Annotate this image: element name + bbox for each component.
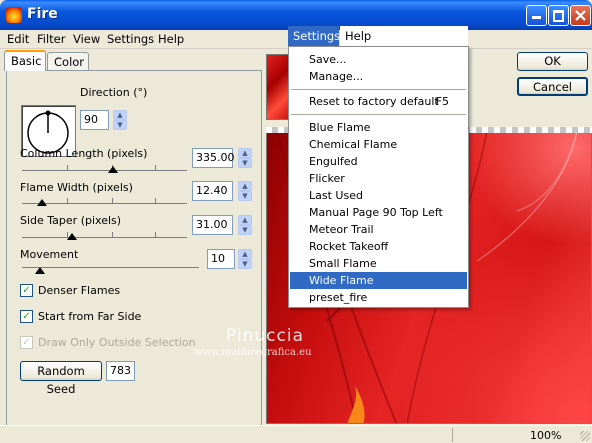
menu-settings-open[interactable]: Settings bbox=[288, 26, 340, 47]
preset-blue-flame[interactable]: Blue Flame bbox=[290, 119, 467, 136]
reset-label: Reset to factory default bbox=[309, 95, 439, 108]
movement-label: Movement bbox=[20, 248, 79, 261]
menu-separator bbox=[291, 89, 466, 90]
basic-tab-page: Direction (°) 90 ▲ ▼ Column Length (pixe… bbox=[6, 70, 262, 438]
direction-input[interactable]: 90 bbox=[80, 110, 109, 130]
status-bar: 100% bbox=[0, 425, 592, 443]
column-length-slider[interactable] bbox=[107, 166, 118, 173]
movement-input[interactable]: 10 bbox=[207, 249, 235, 269]
slider-tick bbox=[155, 198, 156, 203]
preset-meteor-trail[interactable]: Meteor Trail bbox=[290, 221, 467, 238]
reset-shortcut: F5 bbox=[435, 95, 449, 108]
menu-filter[interactable]: Filter bbox=[37, 32, 65, 46]
direction-label: Direction (°) bbox=[80, 86, 148, 99]
menu-item-manage[interactable]: Manage... bbox=[290, 68, 467, 85]
tab-basic[interactable]: Basic bbox=[4, 50, 46, 71]
menu-item-reset[interactable]: Reset to factory default F5 bbox=[290, 93, 467, 110]
spin-down-icon[interactable]: ▼ bbox=[113, 120, 127, 130]
menu-settings[interactable]: Settings bbox=[107, 32, 154, 46]
spin-up-icon[interactable]: ▲ bbox=[238, 215, 252, 225]
denser-flames-label: Denser Flames bbox=[38, 284, 121, 297]
preset-flicker[interactable]: Flicker bbox=[290, 170, 467, 187]
spin-down-icon[interactable]: ▼ bbox=[238, 225, 252, 235]
slider-tick bbox=[67, 198, 68, 203]
side-taper-track bbox=[22, 237, 187, 238]
settings-panel: Basic Color Direction (°) 90 ▲ ▼ Column … bbox=[3, 50, 262, 438]
menu-view[interactable]: View bbox=[73, 32, 100, 46]
slider-tick bbox=[67, 165, 68, 170]
spin-down-icon[interactable]: ▼ bbox=[238, 259, 252, 269]
column-length-input[interactable]: 335.00 bbox=[192, 148, 235, 168]
spin-up-icon[interactable]: ▲ bbox=[238, 249, 252, 259]
spin-up-icon[interactable]: ▲ bbox=[113, 110, 127, 120]
ok-button[interactable]: OK bbox=[517, 52, 588, 71]
denser-flames-checkbox[interactable]: ✓ bbox=[20, 284, 33, 297]
window-title: Fire bbox=[27, 6, 58, 22]
side-taper-slider[interactable] bbox=[66, 233, 77, 240]
column-length-track bbox=[22, 170, 187, 171]
tab-color[interactable]: Color bbox=[47, 52, 89, 71]
menu-help-open[interactable]: Help bbox=[340, 26, 468, 47]
side-taper-spinner[interactable]: ▲ ▼ bbox=[238, 215, 252, 235]
maximize-button[interactable] bbox=[548, 5, 569, 26]
preset-small-flame[interactable]: Small Flame bbox=[290, 255, 467, 272]
far-side-label: Start from Far Side bbox=[38, 310, 142, 323]
outside-selection-checkbox: ✓ bbox=[20, 336, 33, 349]
watermark-url: www.maidiregrafica.eu bbox=[194, 347, 312, 358]
close-button[interactable] bbox=[570, 5, 591, 26]
random-seed-button[interactable]: Random Seed bbox=[20, 361, 102, 396]
menu-separator bbox=[291, 114, 466, 115]
preset-manual-page[interactable]: Manual Page 90 Top Left bbox=[290, 204, 467, 221]
settings-dropdown: Save... Manage... Reset to factory defau… bbox=[288, 46, 469, 308]
random-seed-input[interactable]: 783 bbox=[106, 361, 135, 381]
minimize-button[interactable] bbox=[526, 5, 547, 26]
spin-down-icon[interactable]: ▼ bbox=[238, 191, 252, 201]
fire-app-icon bbox=[6, 7, 22, 23]
movement-track bbox=[22, 267, 199, 268]
slider-tick bbox=[112, 232, 113, 237]
flame-width-label: Flame Width (pixels) bbox=[20, 181, 133, 194]
column-length-spinner[interactable]: ▲ ▼ bbox=[238, 148, 252, 168]
status-divider bbox=[452, 428, 453, 442]
preset-last-used[interactable]: Last Used bbox=[290, 187, 467, 204]
movement-spinner[interactable]: ▲ ▼ bbox=[238, 249, 252, 269]
spin-up-icon[interactable]: ▲ bbox=[238, 148, 252, 158]
slider-tick bbox=[155, 165, 156, 170]
far-side-checkbox[interactable]: ✓ bbox=[20, 310, 33, 323]
watermark-name: Pinuccia bbox=[226, 326, 304, 346]
movement-slider[interactable] bbox=[34, 267, 45, 274]
outside-selection-label: Draw Only Outside Selection bbox=[38, 336, 196, 349]
cancel-button[interactable]: Cancel bbox=[517, 77, 588, 96]
direction-spinner[interactable]: ▲ ▼ bbox=[113, 110, 127, 130]
menu-edit[interactable]: Edit bbox=[7, 32, 29, 46]
resize-grip-icon[interactable] bbox=[580, 431, 590, 441]
preset-engulfed[interactable]: Engulfed bbox=[290, 153, 467, 170]
flame-width-spinner[interactable]: ▲ ▼ bbox=[238, 181, 252, 201]
flame-width-slider[interactable] bbox=[36, 199, 47, 206]
column-length-label: Column Length (pixels) bbox=[20, 147, 148, 160]
preset-chemical-flame[interactable]: Chemical Flame bbox=[290, 136, 467, 153]
spin-up-icon[interactable]: ▲ bbox=[238, 181, 252, 191]
slider-tick bbox=[155, 232, 156, 237]
preset-fire[interactable]: preset_fire bbox=[290, 289, 467, 306]
side-taper-input[interactable]: 31.00 bbox=[192, 215, 233, 235]
slider-tick bbox=[112, 198, 113, 203]
menu-item-save[interactable]: Save... bbox=[290, 51, 467, 68]
close-icon bbox=[575, 10, 586, 21]
menu-help[interactable]: Help bbox=[158, 32, 184, 46]
spin-down-icon[interactable]: ▼ bbox=[238, 158, 252, 168]
flame-width-input[interactable]: 12.40 bbox=[192, 181, 233, 201]
preset-rocket-takeoff[interactable]: Rocket Takeoff bbox=[290, 238, 467, 255]
side-taper-label: Side Taper (pixels) bbox=[20, 214, 122, 227]
preset-wide-flame[interactable]: Wide Flame bbox=[290, 272, 467, 289]
zoom-level: 100% bbox=[530, 429, 562, 442]
